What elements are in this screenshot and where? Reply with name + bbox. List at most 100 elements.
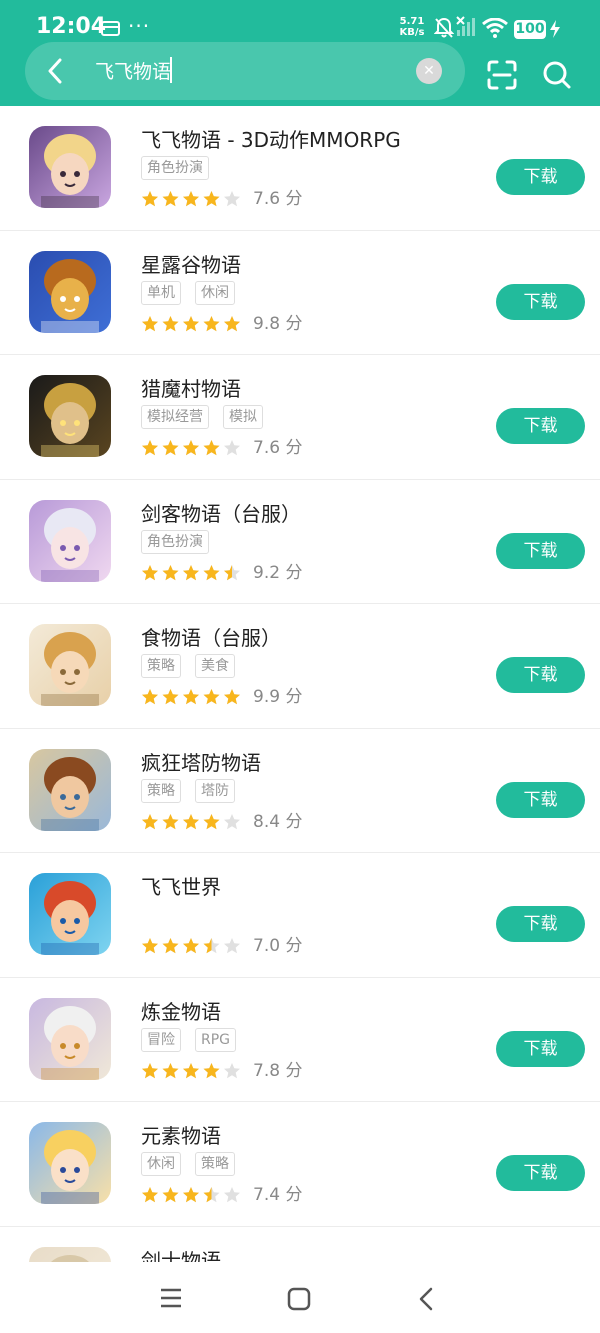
rating-stars: [141, 190, 241, 208]
app-list-item[interactable]: 飞飞物语 - 3D动作MMORPG 角色扮演 7.6 分 下载: [0, 106, 600, 231]
top-bar: 12:04 ··· 5.71 KB/s 100 飞飞物语 ✕: [0, 0, 600, 106]
download-button[interactable]: 下载: [496, 532, 585, 569]
category-tag: 美食: [195, 654, 235, 678]
app-tags: 角色扮演: [141, 529, 223, 554]
rating-stars: [141, 564, 241, 582]
category-tag: 角色扮演: [141, 529, 209, 554]
app-name: 食物语（台服）: [141, 626, 281, 650]
download-button[interactable]: 下载: [496, 1030, 585, 1067]
category-tag: 单机: [141, 280, 181, 305]
category-tag: 塔防: [195, 778, 235, 803]
cartoon-warrior-boy-icon[interactable]: [29, 748, 111, 831]
app-name: 飞飞世界: [141, 875, 221, 899]
rating-score: 7.4 分: [253, 1185, 303, 1205]
scan-icon[interactable]: [487, 60, 517, 94]
wifi-icon: [482, 17, 508, 42]
home-icon[interactable]: [287, 1287, 311, 1315]
rating-stars: [141, 813, 241, 831]
rating-stars: [141, 315, 241, 333]
rating-score: 8.4 分: [253, 811, 303, 832]
notification-app-icon: [101, 21, 120, 36]
download-button[interactable]: 下载: [496, 283, 585, 320]
network-speed-unit: KB/s: [399, 27, 425, 38]
category-tag: 策略: [141, 654, 181, 678]
app-tags: 冒险 RPG: [141, 1027, 250, 1052]
food-story-character-icon[interactable]: [29, 624, 111, 706]
anime-girl-pirate-hat-icon[interactable]: [29, 126, 111, 208]
download-button[interactable]: 下载: [496, 1155, 585, 1191]
app-list-item[interactable]: 飞飞世界 7.0 分 下载: [0, 853, 600, 978]
app-list-item[interactable]: 炼金物语冒险 RPG 7.8 分 下载: [0, 978, 600, 1102]
app-list-item[interactable]: 元素物语 休闲 策略 7.4 分下载: [0, 1102, 600, 1227]
rating-stars: [141, 439, 241, 457]
cartoon-boy-blue-helmet-icon[interactable]: [29, 873, 111, 955]
category-tag: 策略: [195, 1152, 235, 1176]
nav-back-icon[interactable]: [418, 1286, 434, 1316]
category-tag: 模拟: [223, 405, 263, 429]
app-name: 剑士物语: [141, 1248, 221, 1263]
app-tags: 模拟经营 模拟: [141, 405, 277, 429]
winking-blonde-girl-icon[interactable]: [29, 1122, 111, 1204]
network-speed-value: 5.71: [399, 16, 425, 27]
app-name: 剑客物语（台服）: [141, 501, 301, 526]
search-input[interactable]: 飞飞物语: [95, 57, 171, 84]
app-rating: 7.8 分: [141, 1062, 302, 1082]
menu-icon[interactable]: [159, 1287, 183, 1313]
search-icon[interactable]: [542, 60, 572, 94]
download-button[interactable]: 下载: [496, 408, 585, 444]
app-name: 疯狂塔防物语: [141, 750, 261, 775]
app-list-item[interactable]: 剑士物语: [0, 1227, 600, 1263]
network-speed: 5.71 KB/s: [398, 16, 426, 38]
app-name: 飞飞物语 - 3D动作MMORPG: [141, 128, 401, 152]
category-tag: 角色扮演: [141, 156, 209, 180]
swordsman-character-icon[interactable]: [29, 1246, 111, 1262]
download-button[interactable]: 下载: [496, 657, 585, 693]
rating-score: 9.2 分: [253, 562, 303, 583]
app-tags: 单机 休闲: [141, 280, 249, 305]
app-tags: 角色扮演: [141, 156, 223, 180]
pixel-warrior-icon[interactable]: [29, 375, 111, 457]
status-time: 12:04: [36, 14, 107, 39]
app-name: 元素物语: [141, 1124, 221, 1148]
download-button[interactable]: 下载: [496, 781, 585, 818]
rating-stars: [141, 937, 241, 955]
battery-icon: 100: [514, 20, 546, 39]
clear-search-button[interactable]: ✕: [416, 58, 442, 84]
app-rating: 7.6 分: [141, 439, 302, 459]
search-bar[interactable]: 飞飞物语 ✕: [25, 42, 465, 100]
system-nav-bar: [0, 1262, 600, 1333]
category-tag: 休闲: [141, 1152, 181, 1176]
cell-signal-icon: [456, 16, 478, 42]
category-tag: RPG: [195, 1027, 237, 1052]
category-tag: 休闲: [195, 280, 235, 305]
category-tag: 策略: [141, 778, 181, 803]
app-list-item[interactable]: 食物语（台服） 策略 美食 9.9 分 下载: [0, 604, 600, 729]
app-list-item[interactable]: 猎魔村物语 模拟经营 模拟 7.6 分 下载: [0, 355, 600, 480]
pixel-chicken-icon[interactable]: [29, 250, 111, 333]
app-name: 炼金物语: [141, 999, 221, 1024]
anniversary-character-icon[interactable]: [29, 997, 111, 1080]
category-tag: 冒险: [141, 1027, 181, 1052]
app-list-item[interactable]: 星露谷物语 单机 休闲 9.8 分下载: [0, 231, 600, 355]
app-rating: 8.4 分: [141, 813, 302, 833]
app-rating: 7.0 分: [141, 937, 302, 957]
rating-score: 7.0 分: [253, 936, 303, 956]
rating-stars: [141, 688, 241, 706]
rating-score: 7.6 分: [253, 189, 303, 209]
anime-white-hair-girl-icon[interactable]: [29, 499, 111, 582]
muted-bell-icon: [433, 17, 455, 43]
search-results-list: 飞飞物语 - 3D动作MMORPG 角色扮演 7.6 分下载 星露谷物语 单机 休闲 9.8…: [0, 106, 600, 1262]
app-list-item[interactable]: 剑客物语（台服） 角色扮演 9.2 分 下载: [0, 480, 600, 604]
app-rating: 7.4 分: [141, 1186, 302, 1206]
app-list-item[interactable]: 疯狂塔防物语 策略 塔防 8.4 分 下载: [0, 729, 600, 853]
app-rating: 9.9 分: [141, 688, 302, 708]
app-tags: 休闲 策略: [141, 1152, 249, 1176]
download-button[interactable]: 下载: [496, 906, 585, 942]
app-rating: 9.2 分: [141, 564, 302, 584]
rating-score: 9.8 分: [253, 313, 303, 334]
back-icon[interactable]: [47, 58, 63, 88]
rating-score: 9.9 分: [253, 687, 303, 707]
app-rating: 9.8 分: [141, 315, 302, 335]
more-notifications-icon: ···: [128, 14, 151, 38]
download-button[interactable]: 下载: [496, 159, 585, 195]
